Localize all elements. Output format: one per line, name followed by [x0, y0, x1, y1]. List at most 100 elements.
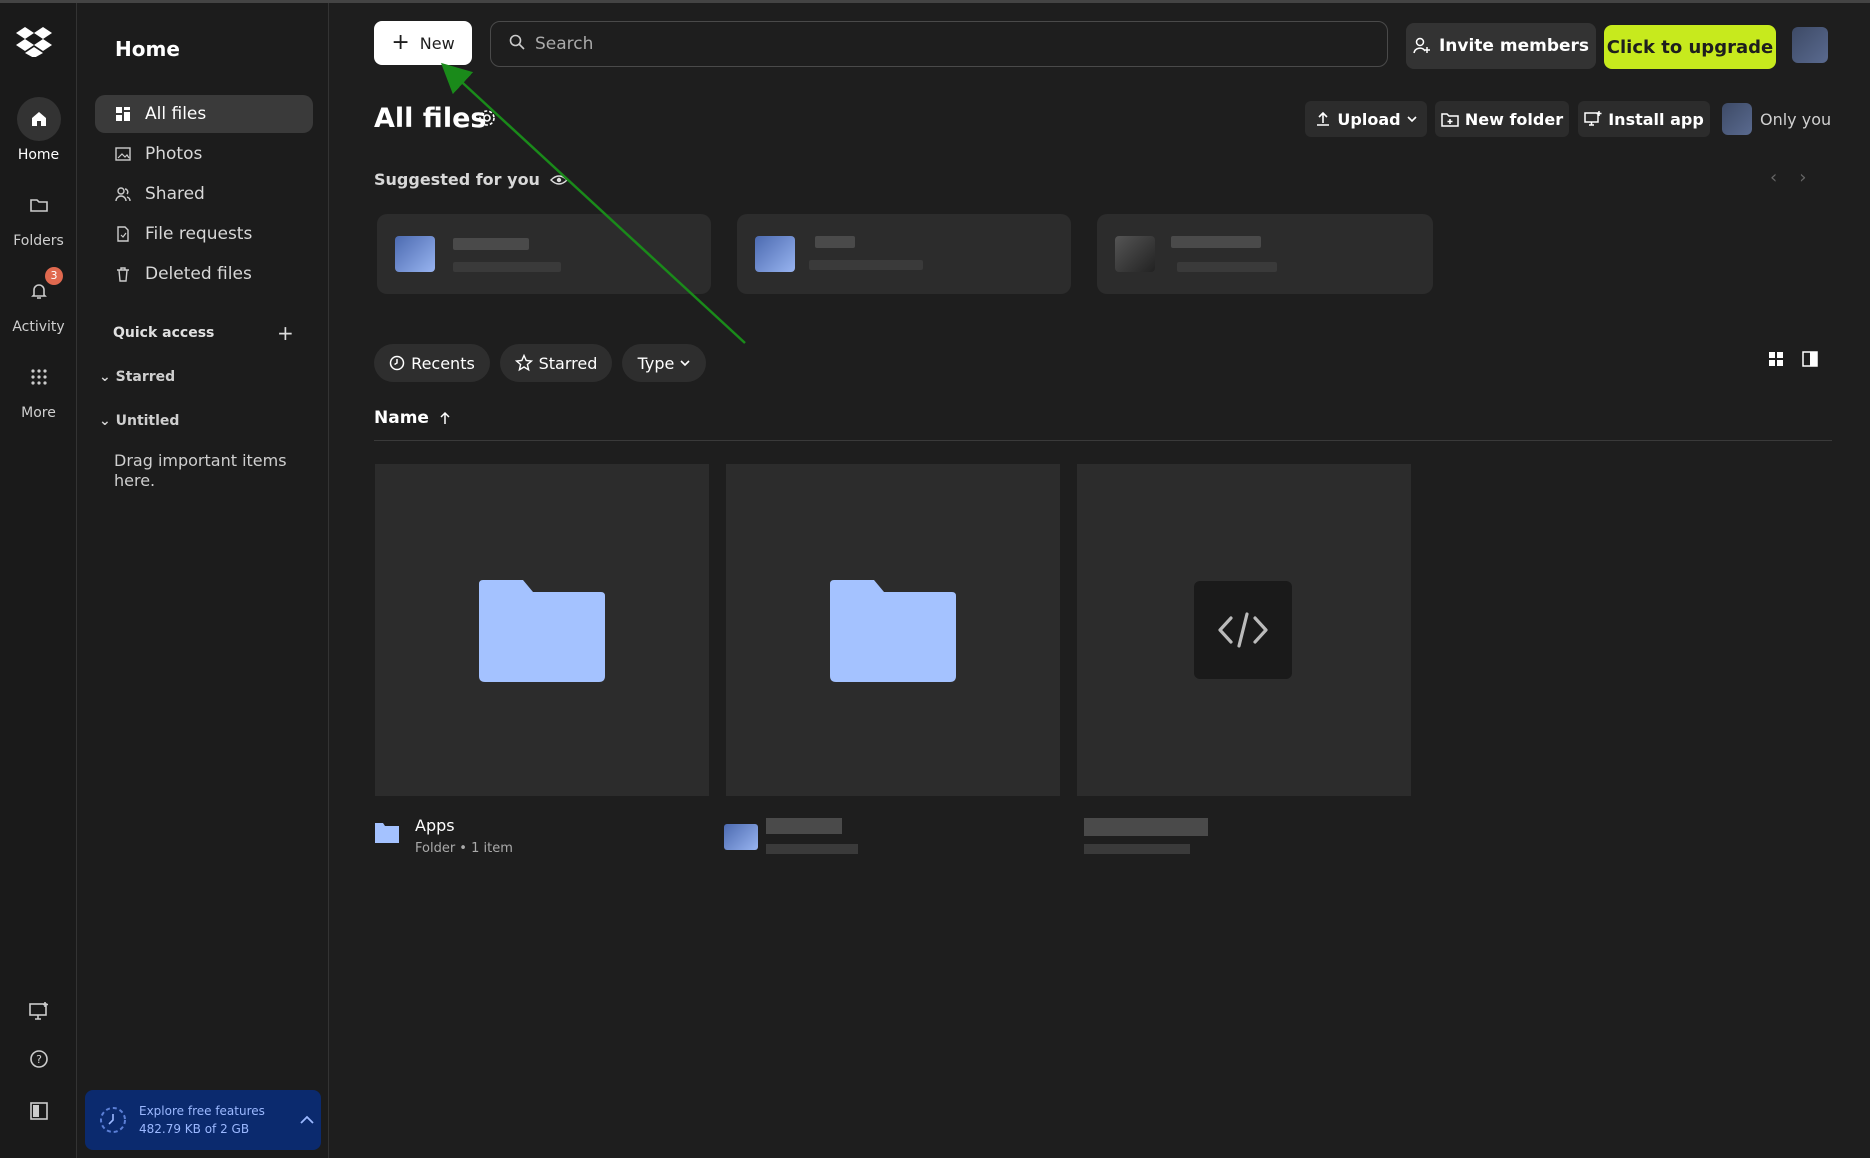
search-icon: [509, 34, 525, 55]
sort-name-header[interactable]: Name: [374, 408, 451, 428]
chevron-down-icon: [680, 360, 690, 367]
file-tile[interactable]: [726, 464, 1060, 796]
rail-home-label: Home: [17, 147, 60, 163]
home-icon: [16, 97, 61, 141]
redacted-name: [815, 236, 855, 248]
file-tile-label[interactable]: Apps Folder • 1 item: [374, 816, 513, 856]
explore-title: Explore free features: [139, 1104, 265, 1118]
tree-untitled[interactable]: ⌄ Untitled: [99, 413, 179, 429]
member-avatar: [1722, 103, 1752, 135]
star-icon: [514, 354, 533, 372]
install-app-label: Install app: [1608, 109, 1704, 129]
sidebar-item-file-requests[interactable]: File requests: [95, 215, 313, 253]
main-content: + New Search Invite members Click to upg…: [330, 3, 1870, 1158]
desktop-app-icon[interactable]: [0, 1001, 77, 1021]
chevron-right-icon[interactable]: ›: [1799, 167, 1806, 188]
explore-features-banner[interactable]: Explore free features 482.79 KB of 2 GB: [85, 1090, 321, 1150]
filter-type-label: Type: [637, 353, 675, 373]
view-toggle: [1768, 351, 1818, 367]
page-title: All files: [374, 103, 487, 134]
file-meta: Folder • 1 item: [415, 841, 513, 856]
suggested-card[interactable]: [737, 214, 1071, 294]
new-folder-button[interactable]: New folder: [1435, 101, 1569, 137]
svg-text:?: ?: [36, 1053, 42, 1066]
file-tile[interactable]: [1077, 464, 1411, 796]
image-thumbnail: [1115, 236, 1155, 272]
new-button[interactable]: + New: [374, 21, 472, 65]
activity-badge: 3: [45, 267, 63, 285]
folder-plus-icon: [1441, 113, 1459, 127]
redacted-name: [1084, 818, 1208, 836]
new-folder-label: New folder: [1464, 109, 1564, 129]
filter-recents[interactable]: Recents: [374, 344, 490, 382]
quick-access-heading: Quick access: [113, 325, 215, 341]
upload-label: Upload: [1337, 109, 1401, 129]
redacted-name: [766, 818, 842, 834]
file-tile[interactable]: [375, 464, 709, 796]
sidebar-item-all-files[interactable]: All files: [95, 95, 313, 133]
grid-view-icon[interactable]: [1768, 351, 1784, 367]
chevron-left-icon[interactable]: ‹: [1770, 167, 1777, 188]
suggested-label: Suggested for you: [374, 170, 540, 189]
tree-starred-label: Starred: [115, 369, 176, 385]
grid-dots-icon: [17, 355, 61, 399]
upgrade-button[interactable]: Click to upgrade: [1604, 25, 1776, 69]
info-panel-icon[interactable]: [1802, 351, 1818, 367]
upload-icon: [1317, 111, 1330, 126]
storage-usage: 482.79 KB of 2 GB: [139, 1122, 250, 1136]
help-icon[interactable]: ?: [0, 1049, 77, 1069]
folder-icon: [375, 823, 399, 843]
install-app-button[interactable]: Install app: [1578, 101, 1710, 137]
redacted-name: [1171, 236, 1261, 248]
gear-icon[interactable]: [478, 109, 496, 131]
folder-icon: [830, 580, 956, 682]
photo-icon: [115, 146, 133, 162]
rail-more-label: More: [21, 405, 56, 421]
tree-untitled-label: Untitled: [115, 413, 180, 429]
search-input[interactable]: Search: [490, 21, 1388, 67]
add-user-icon: [1413, 37, 1430, 54]
sidebar-item-label: File requests: [145, 224, 253, 244]
folder-icon: [479, 580, 605, 682]
redacted-meta: [1177, 262, 1277, 272]
tree-starred[interactable]: ⌄ Starred: [99, 369, 175, 385]
rail-more[interactable]: More: [0, 355, 77, 421]
filter-starred-label: Starred: [538, 353, 598, 373]
avatar[interactable]: [1792, 27, 1828, 63]
eye-icon[interactable]: [549, 174, 568, 186]
clock-progress-icon: [100, 1107, 126, 1133]
filter-type[interactable]: Type: [622, 344, 706, 382]
upload-button[interactable]: Upload: [1305, 101, 1427, 137]
desktop-icon: [1584, 111, 1602, 126]
folder-icon: [724, 824, 758, 850]
chevron-down-icon: [1407, 116, 1417, 123]
sidebar-item-photos[interactable]: Photos: [95, 135, 313, 173]
chevron-down-icon: ⌄: [99, 369, 111, 385]
folder-thumbnail: [395, 236, 435, 272]
rail-activity[interactable]: 3 Activity: [0, 267, 77, 335]
chevron-up-icon: [300, 1115, 314, 1124]
rail-folders[interactable]: Folders: [0, 183, 77, 249]
new-button-label: New: [419, 33, 455, 53]
arrow-up-icon: [440, 411, 450, 424]
invite-members-button[interactable]: Invite members: [1406, 23, 1596, 69]
suggested-card[interactable]: [377, 214, 711, 294]
file-name: Apps: [415, 816, 455, 835]
sidebar-item-shared[interactable]: Shared: [95, 175, 313, 213]
folder-thumbnail: [755, 236, 795, 272]
sharing-status[interactable]: Only you: [1760, 110, 1831, 129]
rail-home[interactable]: Home: [0, 97, 77, 163]
add-quick-access-icon[interactable]: +: [277, 321, 294, 345]
suggested-card[interactable]: [1097, 214, 1433, 294]
sidebar-item-label: Shared: [145, 184, 205, 204]
filter-recents-label: Recents: [411, 353, 475, 373]
sidebar-toggle-icon[interactable]: [0, 1101, 77, 1121]
all-files-icon: [115, 106, 133, 122]
dropbox-logo-icon[interactable]: [16, 25, 56, 61]
folder-icon: [17, 183, 61, 227]
filter-starred[interactable]: Starred: [500, 344, 612, 382]
sidebar: Home All files Photos Shared File reques…: [77, 3, 329, 1158]
sort-column-label: Name: [374, 408, 429, 428]
code-file-icon: [1194, 581, 1292, 679]
sidebar-item-deleted-files[interactable]: Deleted files: [95, 255, 313, 293]
